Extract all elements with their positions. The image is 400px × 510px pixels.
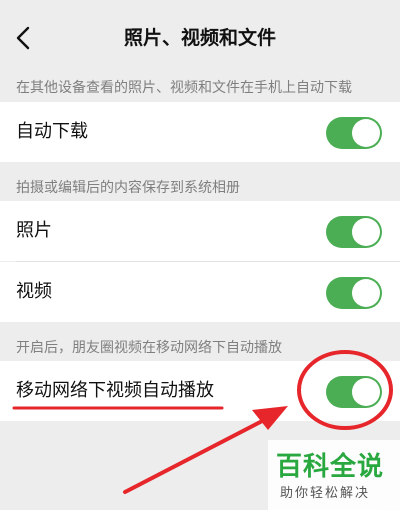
arrow-head-icon [252,406,288,430]
circle-annotation [297,350,393,430]
watermark-sub: 助你轻松解决 [280,486,371,501]
arrow-shaft [123,416,270,494]
annotation-overlay [12,350,393,494]
watermark-main: 百科全说 [276,452,385,482]
watermark-logo: 百科全说 助你轻松解决 [268,440,400,510]
